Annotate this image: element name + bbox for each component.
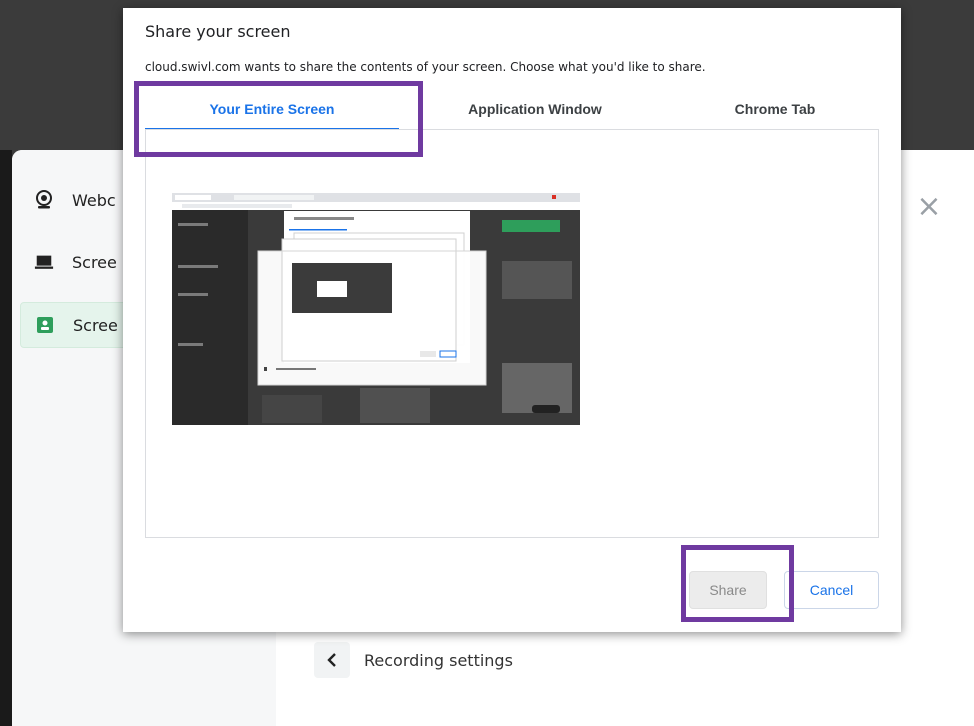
tab-application-window[interactable]: Application Window xyxy=(405,94,665,130)
dialog-description: cloud.swivl.com wants to share the conte… xyxy=(145,60,706,74)
tab-chrome-tab[interactable]: Chrome Tab xyxy=(671,94,879,130)
tab-label: Application Window xyxy=(468,101,602,117)
screen-thumbnail[interactable] xyxy=(172,193,580,425)
chevron-left-icon[interactable] xyxy=(314,642,350,678)
share-button-highlight xyxy=(681,545,794,622)
recording-settings-label: Recording settings xyxy=(364,650,513,670)
tab-label: Chrome Tab xyxy=(734,101,816,117)
sidebar-item-label: Webc xyxy=(72,190,116,210)
sidebar-item-label: Scree xyxy=(73,315,118,335)
close-icon[interactable]: × xyxy=(914,192,944,222)
webcam-icon xyxy=(34,190,54,210)
sidebar-item-label: Scree xyxy=(72,252,117,272)
entire-screen-tab-highlight xyxy=(134,81,423,157)
dialog-title: Share your screen xyxy=(145,22,291,41)
recording-settings-link[interactable]: Recording settings xyxy=(314,642,513,678)
laptop-icon xyxy=(34,252,54,272)
source-list xyxy=(145,130,879,538)
cancel-button[interactable]: Cancel xyxy=(784,571,879,609)
window-edge xyxy=(0,150,12,726)
screen-share-icon xyxy=(35,315,55,335)
